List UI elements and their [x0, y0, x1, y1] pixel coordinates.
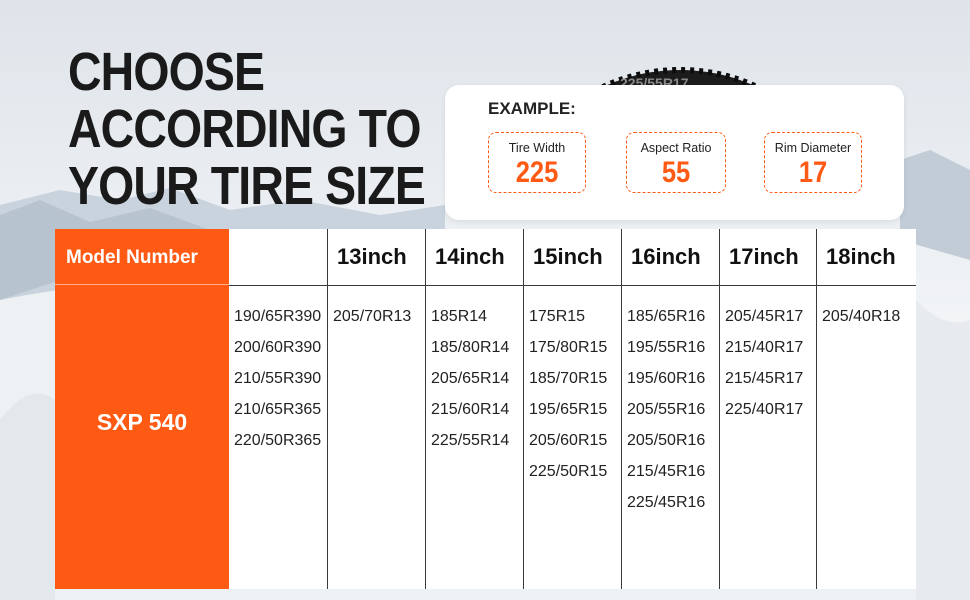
rim-diameter-value: 17	[798, 156, 828, 189]
aspect-ratio-label: Aspect Ratio	[640, 141, 712, 155]
tire-width-label: Tire Width	[508, 141, 566, 155]
size-list: 205/45R17 215/40R17 215/45R17 225/40R17	[720, 285, 816, 425]
size-item: 205/45R17	[725, 308, 804, 325]
size-item: 205/60R15	[529, 432, 608, 449]
column-header: 16inch	[631, 244, 701, 269]
model-number-value: SXP 540	[96, 409, 188, 435]
tire-size-table: Model Number SXP 540 190/65R390 200/60R3…	[55, 229, 916, 589]
size-list: 185/65R16 195/55R16 195/60R16 205/55R16 …	[622, 285, 719, 518]
rim-diameter-label: Rim Diameter	[774, 141, 852, 155]
size-item: 185/70R15	[529, 370, 608, 387]
headline-line-3: YOUR TIRE SIZE	[68, 156, 426, 216]
size-list: 205/40R18	[817, 285, 916, 332]
column-header	[229, 229, 327, 285]
size-item: 205/50R16	[627, 432, 706, 449]
size-list: 175R15 175/80R15 185/70R15 195/65R15 205…	[524, 285, 621, 487]
size-column-14inch: 14inch 185R14 185/80R14 205/65R14 215/60…	[425, 229, 523, 589]
size-column-17inch: 17inch 205/45R17 215/40R17 215/45R17 225…	[719, 229, 816, 589]
size-item: 215/40R17	[725, 339, 804, 356]
size-item: 205/65R14	[431, 370, 510, 387]
model-column: Model Number SXP 540	[55, 229, 229, 589]
size-item: 225/50R15	[529, 463, 608, 480]
size-item: 175R15	[529, 308, 586, 325]
size-item: 215/45R16	[627, 463, 706, 480]
tire-width-value: 225	[515, 156, 559, 189]
size-item: 215/60R14	[431, 401, 510, 418]
size-item: 195/55R16	[627, 339, 706, 356]
size-list: 205/70R13	[328, 285, 425, 332]
size-column-18inch: 18inch 205/40R18	[816, 229, 916, 589]
column-header: 18inch	[826, 244, 896, 269]
headline-line-1: CHOOSE	[68, 42, 265, 102]
headline-line-2: ACCORDING TO	[68, 99, 421, 159]
example-rim-diameter: Rim Diameter 17	[764, 132, 862, 193]
column-header: 15inch	[533, 244, 603, 269]
size-item: 195/60R16	[627, 370, 706, 387]
size-column-13inch: 13inch 205/70R13	[327, 229, 425, 589]
size-item: 175/80R15	[529, 339, 608, 356]
size-item: 225/45R16	[627, 494, 706, 511]
size-item: 220/50R365	[234, 432, 322, 449]
size-item: 205/55R16	[627, 401, 706, 418]
size-item: 190/65R390	[234, 308, 322, 325]
size-item: 205/40R18	[822, 308, 901, 325]
size-item: 195/65R15	[529, 401, 608, 418]
aspect-ratio-value: 55	[661, 156, 691, 189]
example-card: EXAMPLE: Tire Width 225 Aspect Ratio 55 …	[445, 85, 904, 220]
size-column-16inch: 16inch 185/65R16 195/55R16 195/60R16 205…	[621, 229, 719, 589]
size-column-other: 190/65R390 200/60R390 210/55R390 210/65R…	[229, 229, 327, 589]
size-item: 210/65R365	[234, 401, 322, 418]
size-list: 190/65R390 200/60R390 210/55R390 210/65R…	[229, 285, 327, 456]
size-item: 185R14	[431, 308, 488, 325]
column-header: 14inch	[435, 244, 505, 269]
size-item: 200/60R390	[234, 339, 322, 356]
model-number-header: Model Number	[55, 229, 229, 285]
size-list: 185R14 185/80R14 205/65R14 215/60R14 225…	[426, 285, 523, 456]
example-title: EXAMPLE:	[488, 99, 576, 118]
size-item: 225/40R17	[725, 401, 804, 418]
size-item: 225/55R14	[431, 432, 510, 449]
size-item: 215/45R17	[725, 370, 804, 387]
size-item: 210/55R390	[234, 370, 322, 387]
example-tire-width: Tire Width 225	[488, 132, 586, 193]
size-item: 185/80R14	[431, 339, 510, 356]
column-header: 17inch	[729, 244, 799, 269]
size-item: 205/70R13	[333, 308, 412, 325]
page-headline: CHOOSE ACCORDING TO YOUR TIRE SIZE	[68, 42, 426, 216]
size-item: 185/65R16	[627, 308, 706, 325]
size-column-15inch: 15inch 175R15 175/80R15 185/70R15 195/65…	[523, 229, 621, 589]
column-header: 13inch	[337, 244, 407, 269]
example-aspect-ratio: Aspect Ratio 55	[626, 132, 726, 193]
